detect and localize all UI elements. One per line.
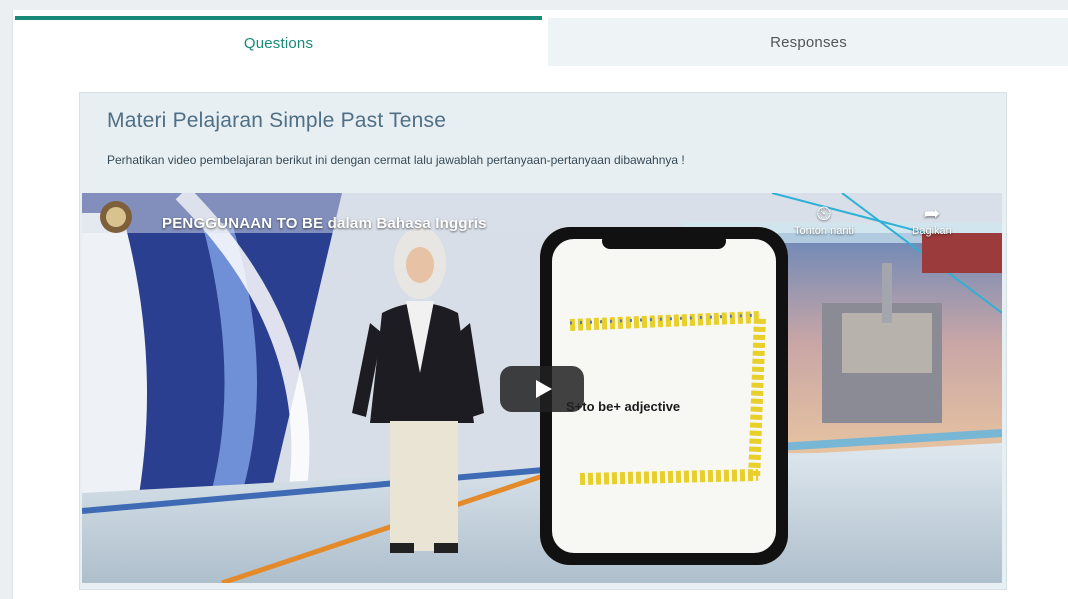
- tab-responses[interactable]: Responses: [548, 18, 1068, 66]
- video-title[interactable]: PENGGUNAAN TO BE dalam Bahasa Inggris: [162, 215, 487, 232]
- watch-later-label: Tonton nanti: [794, 225, 854, 237]
- tab-questions[interactable]: Questions: [15, 16, 542, 66]
- tab-responses-label: Responses: [770, 33, 847, 51]
- tab-bar: Questions Responses: [13, 10, 1068, 66]
- share-button[interactable]: ➦ Bagikan: [912, 203, 952, 237]
- section-card: Materi Pelajaran Simple Past Tense Perha…: [79, 92, 1007, 590]
- share-label: Bagikan: [912, 225, 952, 237]
- tab-questions-label: Questions: [243, 34, 314, 52]
- watch-later-button[interactable]: ⏲ Tonton nanti: [794, 203, 854, 237]
- play-button[interactable]: [500, 366, 584, 412]
- section-title: Materi Pelajaran Simple Past Tense: [107, 109, 447, 132]
- form-editor-frame: Questions Responses Materi Pelajaran Sim…: [12, 10, 1068, 599]
- share-icon: ➦: [923, 203, 941, 225]
- play-icon: [536, 380, 552, 398]
- section-description: Perhatikan video pembelajaran berikut in…: [107, 153, 685, 167]
- clock-icon: ⏲: [816, 203, 832, 225]
- video-player[interactable]: PENGGUNAAN TO BE dalam Bahasa Inggris ⏲ …: [82, 193, 1002, 583]
